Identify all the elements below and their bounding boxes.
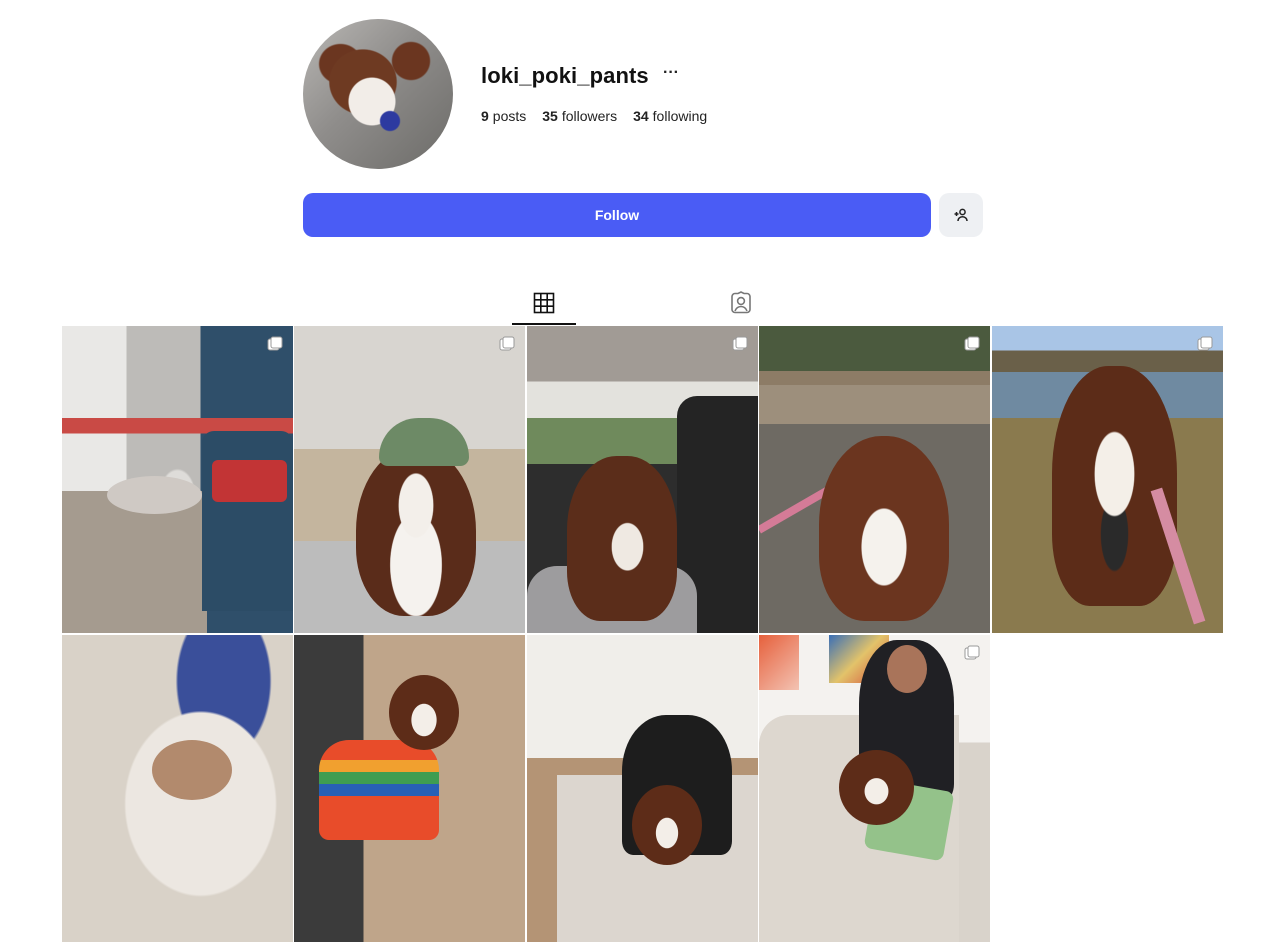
post-tile[interactable] — [759, 635, 990, 942]
follow-button[interactable]: Follow — [303, 193, 931, 237]
post-tile[interactable] — [294, 635, 525, 942]
posts-stat[interactable]: 9 posts — [481, 108, 526, 124]
post-tile[interactable] — [992, 326, 1223, 633]
add-user-icon — [954, 208, 968, 222]
multiple-photos-icon — [267, 336, 283, 351]
tab-posts-grid[interactable] — [512, 284, 576, 325]
tagged-icon — [731, 291, 751, 314]
post-tile[interactable] — [62, 635, 293, 942]
following-count: 34 — [633, 108, 649, 124]
multiple-photos-icon — [1197, 336, 1213, 351]
posts-label: posts — [492, 108, 527, 124]
more-options-icon[interactable]: ··· — [663, 64, 679, 82]
suggested-users-button[interactable] — [939, 193, 983, 237]
followers-label: followers — [561, 108, 618, 124]
profile-stats: 9 posts 35 followers 34 following — [481, 108, 707, 124]
multiple-photos-icon — [964, 645, 980, 660]
following-label: following — [652, 108, 708, 124]
multiple-photos-icon — [499, 336, 515, 351]
tab-tagged[interactable] — [709, 284, 773, 325]
grid-icon — [533, 292, 555, 314]
following-stat[interactable]: 34 following — [633, 108, 707, 124]
multiple-photos-icon — [732, 336, 748, 351]
multiple-photos-icon — [964, 336, 980, 351]
post-tile[interactable] — [527, 326, 758, 633]
followers-stat[interactable]: 35 followers — [542, 108, 617, 124]
post-tile[interactable] — [294, 326, 525, 633]
post-tile[interactable] — [527, 635, 758, 942]
profile-avatar[interactable] — [303, 19, 453, 169]
post-tile[interactable] — [759, 326, 990, 633]
profile-username: loki_poki_pants — [481, 63, 649, 88]
posts-count: 9 — [481, 108, 489, 124]
followers-count: 35 — [542, 108, 558, 124]
post-tile[interactable] — [62, 326, 293, 633]
